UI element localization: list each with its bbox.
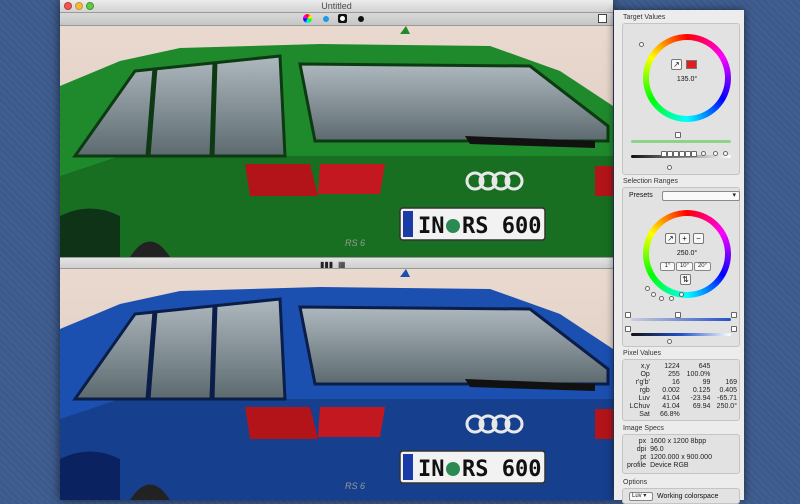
hue-handle[interactable] [639, 42, 644, 47]
window-title: Untitled [321, 1, 352, 11]
license-plate-number: RS 600 [462, 214, 541, 239]
range-left-thumb[interactable] [625, 312, 631, 318]
range-right-thumb[interactable] [731, 312, 737, 318]
range-handles[interactable] [645, 286, 695, 308]
options-box: Luv ▾ Working colorspace [622, 488, 740, 504]
table-row: px 1600 x 1200 8bpp [638, 438, 707, 445]
target-values-box: ↗ 135.0° [622, 23, 740, 175]
toolbar [60, 13, 613, 26]
table-row: rgb 0.002 0.125 0.405 [639, 387, 737, 394]
target-angle: 135.0° [676, 76, 698, 83]
target-color-swatch[interactable] [686, 60, 697, 69]
working-colorspace-label: Working colorspace [657, 493, 719, 500]
pixel-values-box: x,y 1224 645 Op 255 100.0% r'g'b' 16 99 169 rgb… [622, 359, 740, 421]
saturation-slider[interactable] [631, 140, 731, 143]
lightness-handles[interactable] [661, 151, 731, 158]
range-lower-left-thumb[interactable] [625, 326, 631, 332]
selection-ranges-box: Presets ▾ ↗ + − 250.0° 1° 10° 20° ⇅ [622, 187, 740, 347]
presets-label: Presets [629, 192, 653, 199]
table-row: Luv 41.04 -23.94 -65.71 [638, 395, 737, 402]
saturation-thumb[interactable] [675, 132, 681, 138]
layout-icon[interactable] [598, 14, 607, 23]
black-dot-icon[interactable] [358, 16, 364, 22]
histogram-icon[interactable]: ▮▮▮ [320, 260, 333, 269]
rs6-badge: RS 6 [345, 238, 365, 248]
lightness-marker[interactable] [667, 165, 672, 170]
license-plate-text-result: IN [418, 457, 445, 482]
options-title: Options [623, 479, 648, 486]
range-angle: 250.0° [676, 250, 698, 257]
step-10-button[interactable]: 10° [676, 262, 693, 271]
table-row: Sat 66.8% [639, 411, 680, 418]
blue-dot-icon[interactable] [323, 16, 329, 22]
eyedropper-icon[interactable]: ↗ [665, 233, 676, 244]
range-lightness-slider[interactable] [631, 333, 731, 336]
rs6-badge-result: RS 6 [345, 481, 365, 491]
target-values-title: Target Values [623, 14, 666, 21]
table-row: LChuv 41.04 69.94 250.0° [629, 403, 737, 410]
step-1-button[interactable]: 1° [660, 262, 675, 271]
mask-icon[interactable] [338, 14, 347, 23]
table-row: x,y 1224 645 [640, 363, 711, 370]
swap-icon[interactable]: ⇅ [680, 274, 691, 285]
presets-select[interactable]: ▾ [662, 191, 740, 201]
color-wheel-icon[interactable] [303, 14, 312, 23]
range-lower-right-thumb[interactable] [731, 326, 737, 332]
range-saturation-slider[interactable] [631, 318, 731, 321]
license-plate-number-result: RS 600 [462, 457, 541, 482]
image-window: Untitled IN RS 600 RS 6 ▮▮▮ ▦ IN RS 600 … [60, 0, 613, 500]
table-row: pt 1200.000 x 900.000 [640, 454, 712, 461]
step-20-button[interactable]: 20° [694, 262, 711, 271]
image-specs-title: Image Specs [623, 425, 664, 432]
add-eyedropper-icon[interactable]: + [679, 233, 690, 244]
subtract-eyedropper-icon[interactable]: − [693, 233, 704, 244]
pixel-values-table: x,y 1224 645 Op 255 100.0% r'g'b' 16 99 169 rgb… [625, 363, 737, 419]
grid-icon[interactable]: ▦ [338, 260, 346, 269]
image-specs-table: px 1600 x 1200 8bpp dpi 96.0 pt 1200.000 x … [627, 438, 712, 470]
table-row: Op 255 100.0% [640, 371, 711, 378]
title-bar: Untitled [60, 0, 613, 13]
green-car-image: IN RS 600 RS 6 [60, 26, 613, 257]
original-image-pane[interactable]: IN RS 600 RS 6 [60, 26, 613, 257]
range-mid-thumb[interactable] [675, 312, 681, 318]
pixel-values-title: Pixel Values [623, 350, 662, 357]
eyedropper-icon[interactable]: ↗ [671, 59, 682, 70]
image-specs-box: px 1600 x 1200 8bpp dpi 96.0 pt 1200.000 x … [622, 434, 740, 474]
result-image-pane[interactable]: IN RS 600 RS 6 [60, 269, 613, 500]
table-row: dpi 96.0 [636, 446, 664, 453]
license-plate-text: IN [418, 214, 445, 239]
table-row: profile Device RGB [627, 462, 689, 469]
inspector-panel: Target Values ↗ 135.0° Selection Ranges … [614, 10, 744, 504]
range-lightness-marker[interactable] [667, 339, 672, 344]
table-row: r'g'b' 16 99 169 [635, 379, 737, 386]
blue-car-image: IN RS 600 RS 6 [60, 269, 613, 500]
pane-divider[interactable]: ▮▮▮ ▦ [60, 257, 613, 269]
selection-ranges-title: Selection Ranges [623, 178, 678, 185]
